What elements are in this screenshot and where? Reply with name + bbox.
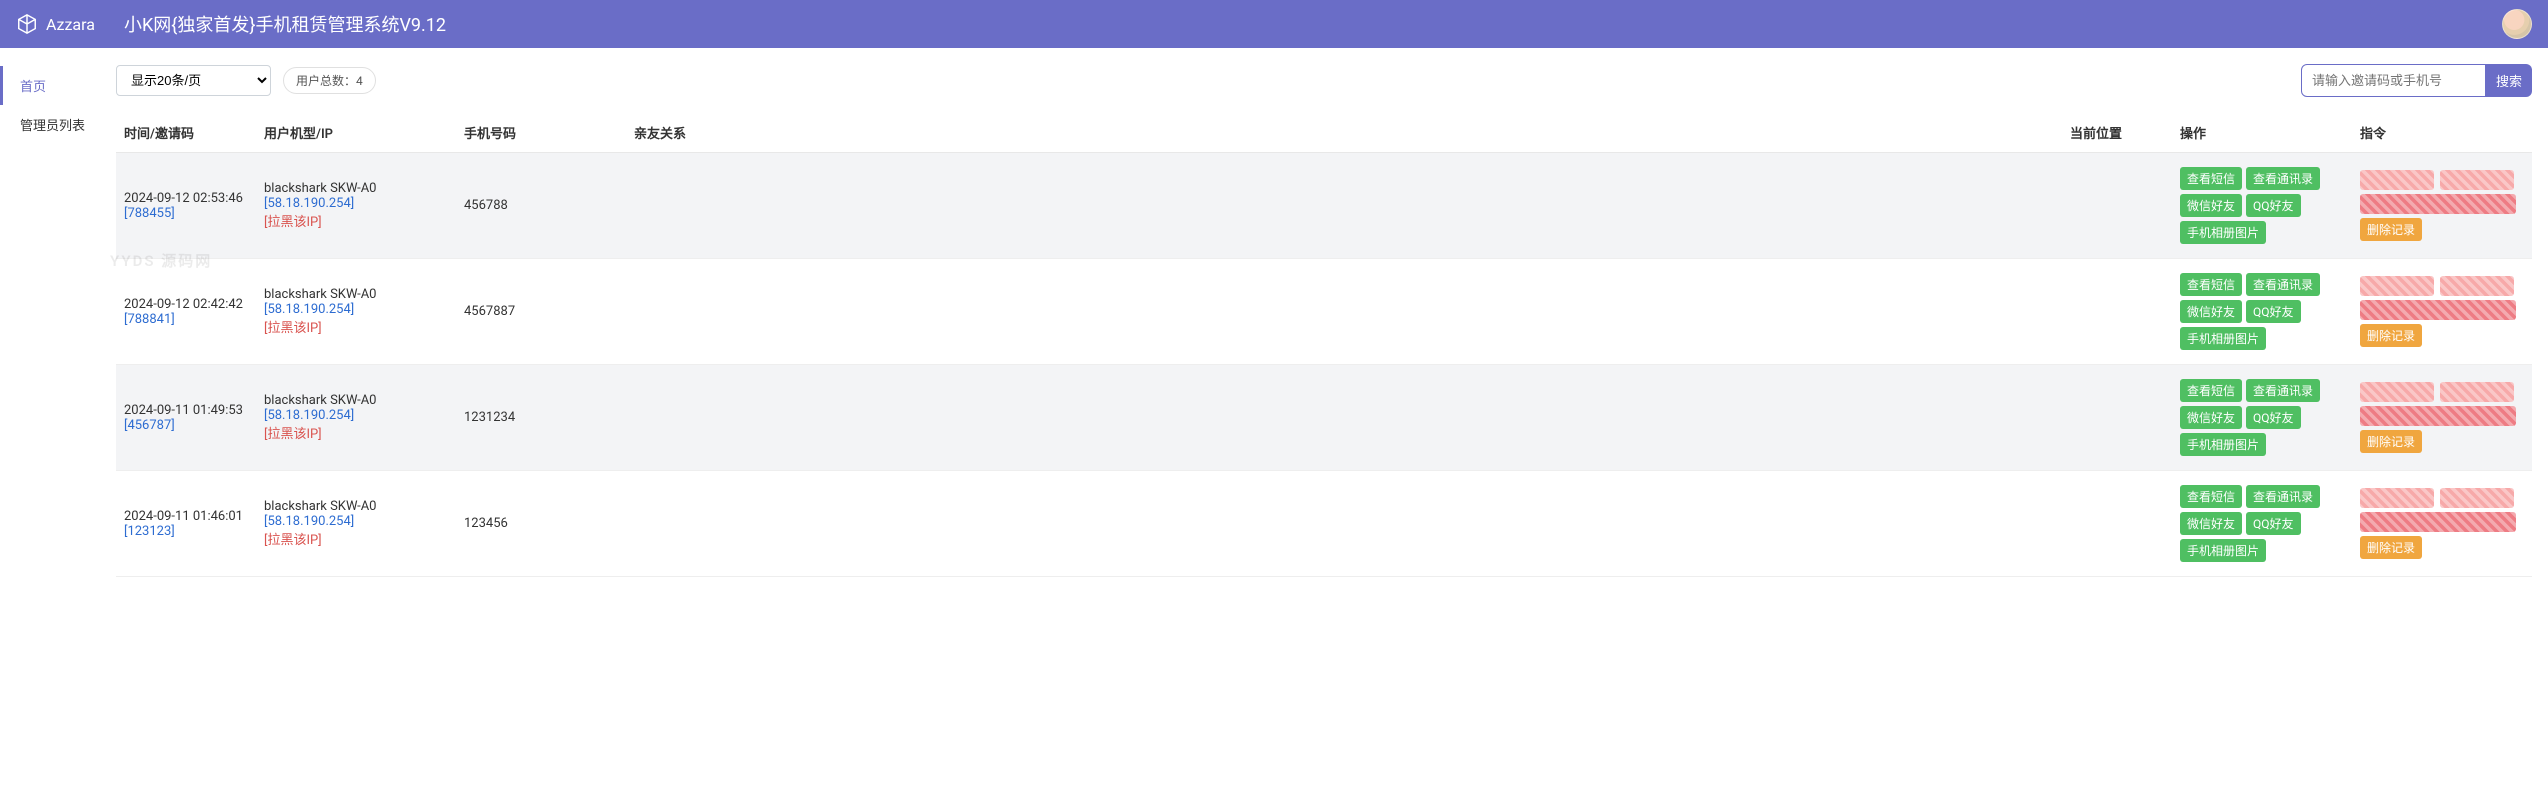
delete-record-button[interactable]: 删除记录 [2360, 536, 2422, 559]
cube-logo-icon [16, 13, 38, 35]
location-cell [2062, 259, 2172, 365]
ban-ip-link[interactable]: [拉黑该IP] [264, 317, 448, 336]
search-input[interactable] [2301, 64, 2486, 97]
th-location: 当前位置 [2062, 113, 2172, 153]
cmd-redacted[interactable] [2360, 300, 2516, 320]
op-button-1[interactable]: 查看通讯录 [2246, 379, 2320, 402]
avatar[interactable] [2502, 9, 2532, 39]
cmd-redacted[interactable] [2360, 488, 2434, 508]
cmd-redacted[interactable] [2360, 276, 2434, 296]
ban-ip-link[interactable]: [拉黑该IP] [264, 423, 448, 442]
th-relation: 亲友关系 [626, 113, 2062, 153]
ip-link[interactable]: [58.18.190.254] [264, 196, 448, 211]
delete-record-button[interactable]: 删除记录 [2360, 430, 2422, 453]
cmd-redacted[interactable] [2360, 194, 2516, 214]
app-title: 小K网{独家首发}手机租赁管理系统V9.12 [124, 11, 446, 37]
relation-cell [626, 259, 2062, 365]
timestamp: 2024-09-11 01:49:53 [124, 403, 248, 418]
op-button-0[interactable]: 查看短信 [2180, 379, 2242, 402]
table-row: 2024-09-12 02:42:42[788841] blackshark SK… [116, 259, 2532, 365]
table-header-row: 时间/邀请码 用户机型/IP 手机号码 亲友关系 当前位置 操作 指令 [116, 113, 2532, 153]
op-button-3[interactable]: QQ好友 [2246, 406, 2301, 429]
op-button-1[interactable]: 查看通讯录 [2246, 167, 2320, 190]
th-cmd: 指令 [2352, 113, 2532, 153]
op-button-4[interactable]: 手机相册图片 [2180, 221, 2266, 244]
location-cell [2062, 471, 2172, 577]
phone-cell: 1231234 [456, 365, 626, 471]
sidebar: 首页管理员列表 [0, 48, 100, 795]
op-button-3[interactable]: QQ好友 [2246, 194, 2301, 217]
user-count-badge: 用户总数：4 [283, 67, 376, 94]
ban-ip-link[interactable]: [拉黑该IP] [264, 211, 448, 230]
page-size-select[interactable]: 显示20条/页 [116, 65, 271, 96]
op-button-4[interactable]: 手机相册图片 [2180, 433, 2266, 456]
location-cell [2062, 365, 2172, 471]
relation-cell [626, 153, 2062, 259]
sidebar-item-1[interactable]: 管理员列表 [0, 105, 100, 144]
relation-cell [626, 365, 2062, 471]
op-button-0[interactable]: 查看短信 [2180, 273, 2242, 296]
th-ops: 操作 [2172, 113, 2352, 153]
table-row: 2024-09-11 01:49:53[456787] blackshark SK… [116, 365, 2532, 471]
op-button-4[interactable]: 手机相册图片 [2180, 327, 2266, 350]
sidebar-item-0[interactable]: 首页 [0, 66, 100, 105]
th-time: 时间/邀请码 [116, 113, 256, 153]
cmd-redacted[interactable] [2440, 170, 2514, 190]
op-button-2[interactable]: 微信好友 [2180, 512, 2242, 535]
device-model: blackshark SKW-A0 [264, 393, 448, 408]
op-button-1[interactable]: 查看通讯录 [2246, 273, 2320, 296]
cmd-redacted[interactable] [2440, 382, 2514, 402]
th-device: 用户机型/IP [256, 113, 456, 153]
timestamp: 2024-09-12 02:42:42 [124, 297, 248, 312]
cmd-redacted[interactable] [2440, 488, 2514, 508]
user-count-value: 4 [356, 74, 363, 88]
ip-link[interactable]: [58.18.190.254] [264, 302, 448, 317]
device-model: blackshark SKW-A0 [264, 181, 448, 196]
search-button[interactable]: 搜索 [2486, 64, 2532, 97]
invite-code-link[interactable]: [788455] [124, 206, 248, 221]
table-row: 2024-09-11 01:46:01[123123] blackshark SK… [116, 471, 2532, 577]
delete-record-button[interactable]: 删除记录 [2360, 218, 2422, 241]
op-button-4[interactable]: 手机相册图片 [2180, 539, 2266, 562]
op-button-3[interactable]: QQ好友 [2246, 300, 2301, 323]
timestamp: 2024-09-11 01:46:01 [124, 509, 248, 524]
op-button-2[interactable]: 微信好友 [2180, 406, 2242, 429]
toolbar: 显示20条/页 用户总数：4 搜索 [116, 64, 2532, 97]
op-button-2[interactable]: 微信好友 [2180, 300, 2242, 323]
th-phone: 手机号码 [456, 113, 626, 153]
cmd-redacted[interactable] [2360, 382, 2434, 402]
op-button-0[interactable]: 查看短信 [2180, 167, 2242, 190]
table-row: 2024-09-12 02:53:46[788455] blackshark SK… [116, 153, 2532, 259]
user-count-label: 用户总数： [296, 74, 356, 88]
op-button-0[interactable]: 查看短信 [2180, 485, 2242, 508]
device-model: blackshark SKW-A0 [264, 287, 448, 302]
op-button-3[interactable]: QQ好友 [2246, 512, 2301, 535]
ban-ip-link[interactable]: [拉黑该IP] [264, 529, 448, 548]
cmd-redacted[interactable] [2360, 170, 2434, 190]
delete-record-button[interactable]: 删除记录 [2360, 324, 2422, 347]
main-content: 显示20条/页 用户总数：4 搜索 时间/邀请码 用户机型/IP 手机号码 亲友… [100, 48, 2548, 795]
phone-cell: 4567887 [456, 259, 626, 365]
invite-code-link[interactable]: [123123] [124, 524, 248, 539]
brand-wrap: Azzara [16, 13, 116, 35]
location-cell [2062, 153, 2172, 259]
brand-text: Azzara [46, 15, 95, 34]
users-table: 时间/邀请码 用户机型/IP 手机号码 亲友关系 当前位置 操作 指令 2024… [116, 113, 2532, 577]
cmd-redacted[interactable] [2440, 276, 2514, 296]
invite-code-link[interactable]: [788841] [124, 312, 248, 327]
cmd-redacted[interactable] [2360, 512, 2516, 532]
op-button-2[interactable]: 微信好友 [2180, 194, 2242, 217]
op-button-1[interactable]: 查看通讯录 [2246, 485, 2320, 508]
ip-link[interactable]: [58.18.190.254] [264, 514, 448, 529]
invite-code-link[interactable]: [456787] [124, 418, 248, 433]
relation-cell [626, 471, 2062, 577]
device-model: blackshark SKW-A0 [264, 499, 448, 514]
timestamp: 2024-09-12 02:53:46 [124, 191, 248, 206]
cmd-redacted[interactable] [2360, 406, 2516, 426]
app-header: Azzara 小K网{独家首发}手机租赁管理系统V9.12 [0, 0, 2548, 48]
phone-cell: 123456 [456, 471, 626, 577]
phone-cell: 456788 [456, 153, 626, 259]
ip-link[interactable]: [58.18.190.254] [264, 408, 448, 423]
